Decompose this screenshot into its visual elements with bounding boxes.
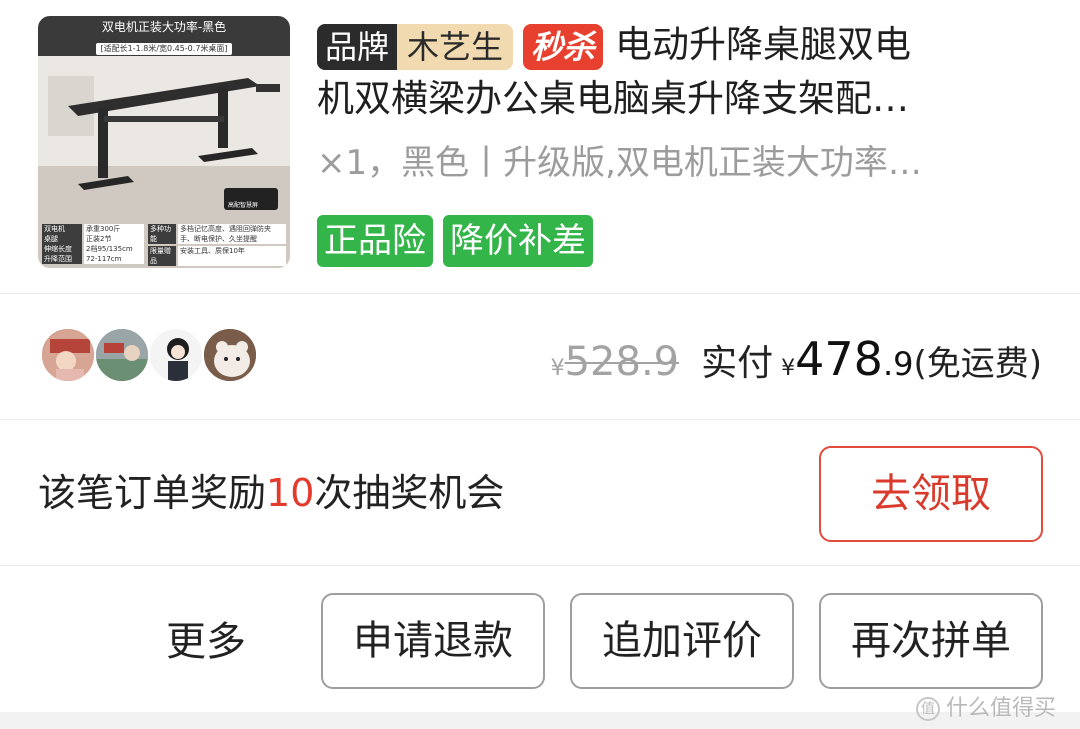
original-price: ¥528.9 — [551, 339, 680, 385]
spec-key: 桌腿 — [42, 234, 82, 244]
thumbnail-header: 双电机正装大功率-黑色 [适配长1-1.8米/宽0.45-0.7米桌面] — [38, 16, 290, 56]
product-thumbnail[interactable]: 双电机正装大功率-黑色 [适配长1-1.8米/宽0.45-0.7米桌面] 高配智… — [38, 16, 290, 268]
lottery-reward-text: 该笔订单奖励10次抽奖机会 — [38, 466, 504, 520]
lottery-suffix: 次抽奖机会 — [314, 471, 505, 515]
spec-value: 72-117cm — [84, 254, 144, 264]
feature-key: 多种功能 — [148, 224, 176, 244]
spec-value: 2档95/135cm — [84, 244, 144, 254]
spec-key: 伸缩长度 — [42, 244, 82, 254]
paid-amount-int: 478 — [795, 332, 883, 386]
watermark: 值什么值得买 — [915, 690, 1056, 722]
add-review-button[interactable]: 追加评价 — [570, 593, 794, 689]
price-summary: ¥528.9 实付 ¥478.9(免运费) — [551, 332, 1042, 386]
feature-value: 多档记忆高度、遇阻回弹防夹手、断电保护、久坐提醒 — [178, 224, 286, 244]
product-title-line-2: 机双横梁办公桌电脑桌升降支架配… — [317, 77, 909, 120]
product-title[interactable]: 品牌 木艺生 秒杀 电动升降桌腿双电 机双横梁办公桌电脑桌升降支架配… — [317, 18, 1047, 126]
more-actions-button[interactable]: 更多 — [166, 616, 246, 668]
product-card[interactable]: 双电机正装大功率-黑色 [适配长1-1.8米/宽0.45-0.7米桌面] 高配智… — [0, 0, 1080, 294]
shipping-note: (免运费) — [913, 344, 1042, 384]
feature-value: 安装工具、质保10年 — [178, 246, 286, 266]
product-spec: ×1，黑色丨升级版,双电机正装大功率… — [317, 143, 922, 183]
genuine-insurance-tag: 正品险 — [317, 215, 433, 267]
spec-value: 承重300斤 — [84, 224, 144, 234]
reorder-group-button[interactable]: 再次拼单 — [819, 593, 1043, 689]
feature-key: 限量赠品 — [148, 246, 176, 266]
thumbnail-title: 双电机正装大功率-黑色 — [101, 20, 227, 34]
spec-value: 正装2节 — [84, 234, 144, 244]
thumbnail-subtitle: [适配长1-1.8米/宽0.45-0.7米桌面] — [96, 43, 232, 55]
claim-lottery-button[interactable]: 去领取 — [819, 446, 1043, 542]
seckill-tag: 秒杀 — [523, 23, 604, 70]
thumbnail-spec-table: 双电机 承重300斤 桌腿 正装2节 伸缩长度 2档95/135cm 升降范围 … — [42, 224, 286, 266]
request-refund-button[interactable]: 申请退款 — [321, 593, 545, 689]
avatar — [148, 327, 204, 383]
lottery-row: 该笔订单奖励10次抽奖机会 去领取 — [0, 420, 1080, 566]
product-title-text-1: 电动升降桌腿双电 — [615, 23, 912, 66]
lottery-count: 10 — [266, 471, 315, 515]
lottery-prefix: 该笔订单奖励 — [38, 471, 267, 515]
payment-row: ¥528.9 实付 ¥478.9(免运费) — [0, 294, 1080, 420]
service-tags: 正品险 降价补差 — [317, 215, 603, 267]
brand-tag[interactable]: 品牌 木艺生 — [317, 23, 514, 70]
price-protection-tag: 降价补差 — [443, 215, 593, 267]
paid-currency: ¥ — [781, 356, 796, 381]
spec-key: 升降范围 — [42, 254, 82, 264]
avatar — [94, 327, 150, 383]
spec-key: 双电机 — [42, 224, 82, 234]
watermark-text: 什么值得买 — [945, 696, 1056, 721]
thumbnail-badge-label: 高配智慧屏 — [228, 202, 259, 209]
original-price-currency: ¥ — [550, 356, 565, 381]
product-title-line-1: 品牌 木艺生 秒杀 电动升降桌腿双电 — [317, 18, 1047, 72]
original-price-value: 528.9 — [564, 339, 680, 385]
thumbnail-badge: 高配智慧屏 — [224, 188, 278, 210]
avatar — [202, 327, 258, 383]
watermark-logo-icon: 值 — [915, 697, 940, 721]
paid-label: 实付 — [701, 343, 774, 384]
paid-amount-dec: .9 — [882, 345, 914, 383]
brand-tag-name: 木艺生 — [397, 23, 514, 70]
brand-tag-key: 品牌 — [317, 23, 398, 70]
avatar — [40, 327, 96, 383]
